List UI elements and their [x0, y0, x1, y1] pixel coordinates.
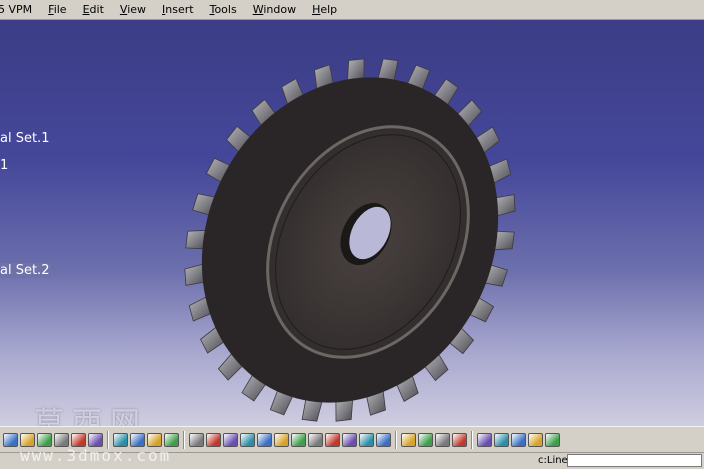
- swap-icon: [401, 432, 416, 447]
- render-button[interactable]: [359, 432, 374, 447]
- pan-button[interactable]: [223, 432, 238, 447]
- menu-edit-rest: dit: [89, 3, 104, 16]
- copy-icon: [3, 432, 18, 447]
- snapshot-icon: [376, 432, 391, 447]
- catalog-button[interactable]: [164, 432, 179, 447]
- tree-expand-button[interactable]: [130, 432, 145, 447]
- rotate-view-button[interactable]: [240, 432, 255, 447]
- comment-icon: [88, 432, 103, 447]
- render-icon: [359, 432, 374, 447]
- quick-view-icon: [308, 432, 323, 447]
- 3d-viewport[interactable]: al Set.1 1 al Set.2 莫西网: [0, 20, 704, 426]
- status-prompt: c:Line: [538, 455, 568, 466]
- zoom-out-button[interactable]: [274, 432, 289, 447]
- zoom-in-button[interactable]: [257, 432, 272, 447]
- rotate-view-icon: [240, 432, 255, 447]
- paste-icon: [20, 432, 35, 447]
- iso-view-icon: [325, 432, 340, 447]
- snapshot-button[interactable]: [376, 432, 391, 447]
- menu-window-rest: indow: [263, 3, 297, 16]
- copy-button[interactable]: [3, 432, 18, 447]
- lock-icon: [147, 432, 162, 447]
- camera-icon: [477, 432, 492, 447]
- help-query-button[interactable]: [54, 432, 69, 447]
- menu-insert-rest: nsert: [165, 3, 194, 16]
- tree-item-geometrical-set-1[interactable]: al Set.1: [0, 131, 49, 146]
- fly-mode-icon: [189, 432, 204, 447]
- app-title: 5 VPM: [0, 3, 33, 16]
- menu-edit-accel: E: [82, 3, 90, 16]
- axis-icon: [545, 432, 560, 447]
- spin-button[interactable]: [511, 432, 526, 447]
- toolbar-separator: [183, 430, 185, 449]
- menu-help[interactable]: Help: [304, 3, 345, 16]
- menu-file-rest: ile: [53, 3, 67, 16]
- spiral-button[interactable]: [494, 432, 509, 447]
- quick-view-button[interactable]: [308, 432, 323, 447]
- function-fog-icon: [71, 432, 86, 447]
- spiral-icon: [494, 432, 509, 447]
- arrow-down-icon: [37, 432, 52, 447]
- iso-view-button[interactable]: [325, 432, 340, 447]
- arrow-down-button[interactable]: [37, 432, 52, 447]
- table-icon: [113, 432, 128, 447]
- tree-expand-icon: [130, 432, 145, 447]
- paste-button[interactable]: [20, 432, 35, 447]
- normal-view-button[interactable]: [291, 432, 306, 447]
- rotate-button[interactable]: [206, 432, 221, 447]
- comment-button[interactable]: [88, 432, 103, 447]
- swap-button[interactable]: [401, 432, 416, 447]
- function-fog-button[interactable]: [71, 432, 86, 447]
- menu-help-rest: elp: [320, 3, 338, 16]
- pipe-icon: [452, 432, 467, 447]
- lock-button[interactable]: [147, 432, 162, 447]
- menu-tools[interactable]: Tools: [202, 3, 245, 16]
- watermark-chinese: 莫西网: [34, 406, 148, 426]
- toolbar-separator: [395, 430, 397, 449]
- menu-file[interactable]: File: [40, 3, 74, 16]
- menu-tools-rest: ools: [214, 3, 237, 16]
- axis-button[interactable]: [545, 432, 560, 447]
- cylinder-icon: [342, 432, 357, 447]
- camera-button[interactable]: [477, 432, 492, 447]
- cylinder-button[interactable]: [342, 432, 357, 447]
- menu-view[interactable]: View: [112, 3, 154, 16]
- menu-insert[interactable]: Insert: [154, 3, 202, 16]
- menu-view-rest: iew: [127, 3, 147, 16]
- fly-mode-button[interactable]: [189, 432, 204, 447]
- measure-button[interactable]: [435, 432, 450, 447]
- pan-icon: [223, 432, 238, 447]
- zoom-out-icon: [274, 432, 289, 447]
- command-input[interactable]: [567, 454, 702, 467]
- bevel-gear-model[interactable]: [0, 20, 704, 426]
- menu-edit[interactable]: Edit: [75, 3, 112, 16]
- spin-icon: [511, 432, 526, 447]
- watermark-url: www.3dmox.com: [20, 446, 172, 465]
- hide-show-button[interactable]: [418, 432, 433, 447]
- tree-item-1[interactable]: 1: [0, 158, 8, 173]
- tree-item-geometrical-set-2[interactable]: al Set.2: [0, 263, 52, 278]
- menu-bar: 5 VPM File Edit View Insert Tools Window…: [0, 0, 704, 20]
- compass-icon: [528, 432, 543, 447]
- hide-show-icon: [418, 432, 433, 447]
- pipe-button[interactable]: [452, 432, 467, 447]
- table-button[interactable]: [113, 432, 128, 447]
- rotate-icon: [206, 432, 221, 447]
- compass-button[interactable]: [528, 432, 543, 447]
- menu-window-accel: W: [252, 3, 264, 16]
- zoom-in-icon: [257, 432, 272, 447]
- toolbar-separator: [471, 430, 473, 449]
- measure-icon: [435, 432, 450, 447]
- help-query-icon: [54, 432, 69, 447]
- normal-view-icon: [291, 432, 306, 447]
- menu-window[interactable]: Window: [245, 3, 304, 16]
- catalog-icon: [164, 432, 179, 447]
